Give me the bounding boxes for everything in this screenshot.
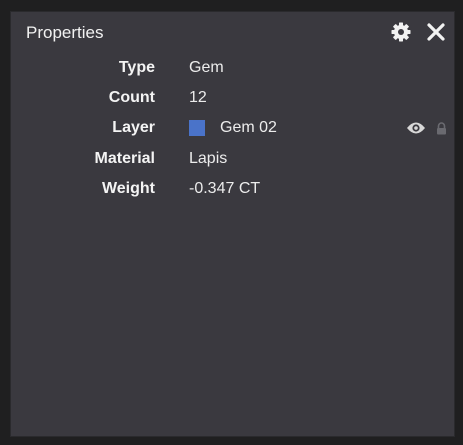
layer-color-swatch[interactable] — [189, 120, 205, 136]
property-row-material: Material Lapis — [11, 147, 454, 171]
layer-lock-toggle[interactable] — [434, 119, 448, 137]
count-value: 12 — [189, 89, 207, 106]
panel-title-bar: Properties — [11, 12, 454, 52]
property-row-type: Type Gem — [11, 56, 454, 80]
property-row-layer: Layer Gem 02 — [11, 116, 454, 140]
property-row-weight: Weight -0.347 CT — [11, 177, 454, 201]
property-row-count: Count 12 — [11, 86, 454, 110]
close-button[interactable] — [425, 21, 447, 43]
layer-value: Gem 02 — [220, 119, 277, 136]
window-frame: Properties Type Gem Count 12 Layer Gem 0… — [0, 0, 463, 445]
count-label: Count — [108, 89, 155, 106]
eye-icon — [407, 122, 425, 134]
weight-value: -0.347 CT — [189, 180, 261, 197]
properties-panel: Properties Type Gem Count 12 Layer Gem 0… — [10, 11, 455, 437]
type-label: Type — [118, 59, 155, 76]
layer-label: Layer — [112, 119, 155, 136]
type-value: Gem — [189, 59, 224, 76]
weight-label: Weight — [101, 180, 155, 197]
panel-title: Properties — [26, 23, 104, 42]
material-value: Lapis — [189, 150, 228, 167]
gear-icon — [391, 22, 411, 42]
material-label: Material — [94, 150, 155, 167]
close-icon — [427, 23, 445, 41]
lock-icon — [436, 121, 446, 134]
layer-visibility-toggle[interactable] — [406, 119, 426, 137]
settings-button[interactable] — [390, 21, 412, 43]
